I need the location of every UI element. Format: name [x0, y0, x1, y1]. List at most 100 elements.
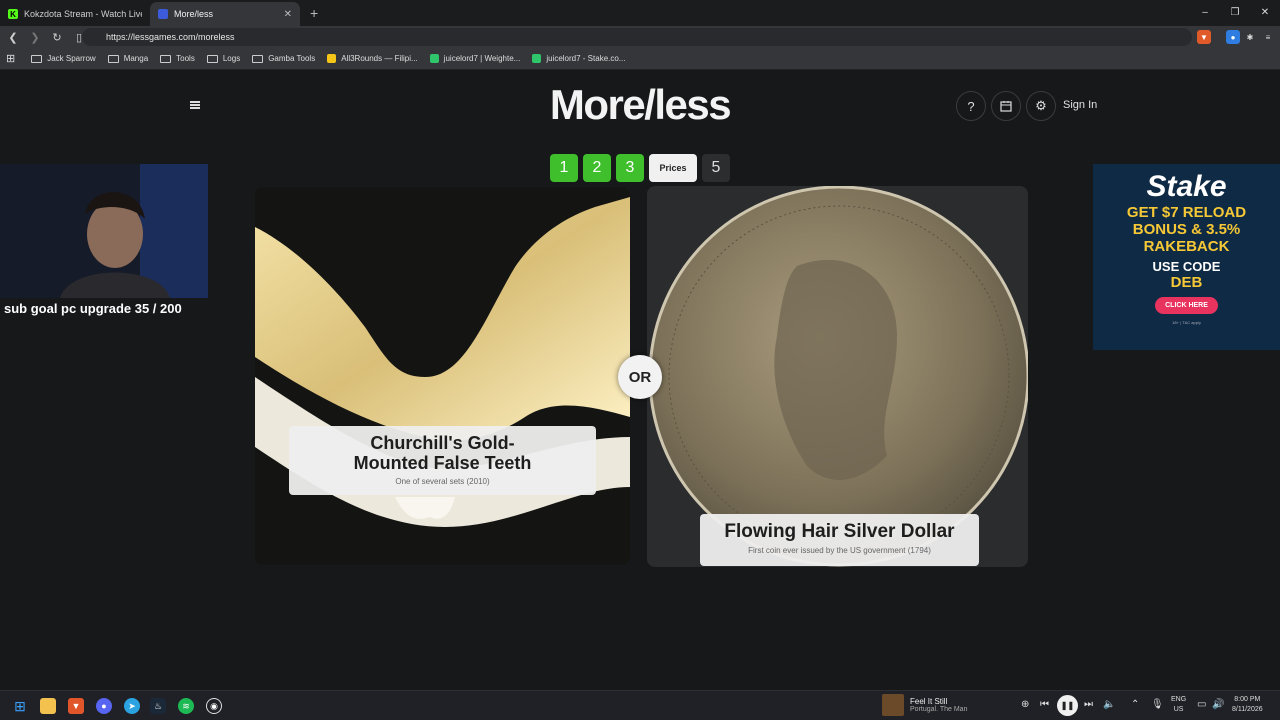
steam-icon[interactable]: ♨ [150, 698, 166, 714]
apps-icon[interactable]: ⊞ [6, 52, 15, 65]
stake-logo: Stake [1146, 170, 1227, 203]
brave-shield-icon[interactable]: ▼ [1197, 30, 1211, 44]
bookmark-folder[interactable]: Tools [160, 54, 195, 63]
maximize-button[interactable]: ❐ [1220, 0, 1250, 24]
silver-dollar-coin-image [648, 186, 1028, 567]
left-card-caption: Churchill's Gold-Mounted False Teeth One… [289, 426, 596, 495]
step-5[interactable]: 5 [702, 154, 730, 182]
brave-browser-icon[interactable]: ▼ [68, 698, 84, 714]
or-divider: OR [618, 355, 662, 399]
bookmark-label: juicelord7 - Stake.co... [546, 54, 626, 63]
clock[interactable]: 8:00 PM 8/11/2026 [1232, 695, 1263, 715]
page-content: More/less ? ⚙ Sign In 1 2 3 Prices 5 Chu… [0, 71, 1280, 690]
tray-overflow-icon[interactable]: ⌃ [1131, 699, 1139, 710]
settings-button[interactable]: ⚙ [1026, 91, 1056, 121]
kick-favicon-icon: K [8, 9, 18, 19]
bookmark-folder[interactable]: Logs [206, 54, 241, 63]
previous-track-icon[interactable]: ⏮ [1040, 699, 1049, 710]
minimize-button[interactable]: – [1190, 0, 1220, 24]
volume-icon[interactable]: 🔊 [1212, 699, 1224, 710]
forward-icon[interactable]: ❯ [26, 31, 44, 44]
tab-moreless[interactable]: More/less ✕ [150, 2, 300, 26]
streamer-webcam-image [0, 164, 208, 298]
bookmark-folder[interactable]: Gamba Tools [252, 54, 315, 63]
help-button[interactable]: ? [956, 91, 986, 121]
reload-icon[interactable]: ↻ [48, 31, 66, 44]
progress-steps: 1 2 3 Prices 5 [550, 154, 730, 182]
album-art-image [882, 694, 904, 716]
spotify-icon[interactable]: ≋ [178, 698, 194, 714]
ad-fine-print: 18+ | T&C apply [1172, 320, 1201, 325]
bookmark-link[interactable]: All3Rounds — Filipi... [327, 54, 418, 63]
folder-icon [31, 54, 43, 63]
ad-line-2: BONUS & 3.5% [1132, 221, 1241, 238]
step-3[interactable]: 3 [616, 154, 644, 182]
right-card-subtitle: First coin ever issued by the US governm… [748, 546, 931, 555]
bookmark-folder[interactable]: Jack Sparrow [31, 54, 96, 63]
media-player-widget[interactable]: Feel It Still Portugal. The Man [882, 694, 967, 716]
bookmark-label: All3Rounds — Filipi... [341, 54, 418, 63]
menu-icon[interactable]: ≡ [1261, 30, 1275, 44]
step-1[interactable]: 1 [550, 154, 578, 182]
new-tab-button[interactable]: + [310, 2, 318, 26]
back-icon[interactable]: ❮ [4, 31, 22, 44]
url-input[interactable]: https://lessgames.com/moreless [82, 28, 1192, 46]
step-current-prices[interactable]: Prices [649, 154, 697, 182]
language-indicator[interactable]: ENG US [1171, 695, 1186, 715]
sign-in-link[interactable]: Sign In [1063, 99, 1097, 111]
calendar-icon [1000, 101, 1012, 112]
ad-code-value: DEB [1170, 274, 1203, 291]
bookmark-label: juicelord7 | Weighte... [443, 54, 521, 63]
bookmark-favicon-icon [327, 54, 337, 63]
pause-button[interactable]: ❚❚ [1057, 695, 1078, 716]
url-text: https://lessgames.com/moreless [106, 32, 235, 42]
tab-strip: K Kokzdota Stream - Watch Live on Kick M… [0, 0, 1280, 26]
stake-ad-banner[interactable]: Stake GET $7 RELOAD BONUS & 3.5% RAKEBAC… [1093, 164, 1280, 350]
extension-icon[interactable]: ● [1226, 30, 1240, 44]
left-card-subtitle: One of several sets (2010) [395, 477, 490, 486]
microphone-icon[interactable]: 🎙 [1151, 699, 1164, 710]
app-icon[interactable]: ◉ [206, 698, 222, 714]
ad-line-3: RAKEBACK [1143, 238, 1230, 255]
right-choice-card[interactable]: Flowing Hair Silver Dollar First coin ev… [647, 186, 1028, 567]
bookmark-link[interactable]: juicelord7 | Weighte... [429, 54, 521, 63]
left-card-title: Churchill's Gold-Mounted False Teeth [353, 433, 532, 473]
bookmark-label: Jack Sparrow [47, 54, 96, 63]
bookmark-label: Logs [222, 54, 241, 63]
bookmark-link[interactable]: juicelord7 - Stake.co... [532, 54, 625, 63]
gear-icon: ⚙ [1035, 98, 1047, 113]
left-choice-card[interactable]: Churchill's Gold-Mounted False Teeth One… [255, 187, 630, 565]
windows-start-icon[interactable]: ⊞ [12, 698, 28, 714]
language-label: ENG [1171, 696, 1187, 703]
song-title: Feel It Still [910, 697, 948, 706]
folder-icon [160, 54, 172, 63]
volume-small-icon[interactable]: 🔈 [1103, 699, 1115, 710]
clock-time: 8:00 PM [1234, 696, 1261, 703]
windows-taskbar: ⊞ ▼ ● ➤ ♨ ≋ ◉ Feel It Still Portugal. Th… [0, 690, 1280, 720]
folder-icon [206, 54, 218, 63]
close-tab-icon[interactable]: ✕ [284, 9, 292, 20]
help-icon: ? [967, 98, 975, 114]
media-info-icon[interactable]: ⊕ [1021, 699, 1029, 710]
next-track-icon[interactable]: ⏭ [1084, 699, 1093, 710]
step-2[interactable]: 2 [583, 154, 611, 182]
bookmark-folder[interactable]: Manga [107, 54, 149, 63]
telegram-icon[interactable]: ➤ [124, 698, 140, 714]
discord-icon[interactable]: ● [96, 698, 112, 714]
ad-use-code: USE CODE [1152, 259, 1221, 274]
ad-click-here-button[interactable]: CLICK HERE [1155, 297, 1218, 314]
close-window-button[interactable]: ✕ [1250, 0, 1280, 24]
bookmark-label: Manga [123, 54, 149, 63]
file-explorer-icon[interactable] [40, 698, 56, 714]
tab-kick-stream[interactable]: K Kokzdota Stream - Watch Live on Kick [0, 2, 150, 26]
network-icon[interactable]: ▭ [1197, 699, 1206, 710]
tab-title: More/less [174, 9, 214, 19]
bookmark-label: Tools [176, 54, 195, 63]
bookmark-favicon-icon [429, 54, 439, 63]
song-artist: Portugal. The Man [910, 706, 968, 713]
tab-title: Kokzdota Stream - Watch Live on Kick [24, 9, 142, 19]
puzzle-icon[interactable]: ✱ [1243, 30, 1257, 44]
bookmark-favicon-icon [532, 54, 542, 63]
sub-goal-text: sub goal pc upgrade 35 / 200 [4, 301, 182, 316]
calendar-button[interactable] [991, 91, 1021, 121]
